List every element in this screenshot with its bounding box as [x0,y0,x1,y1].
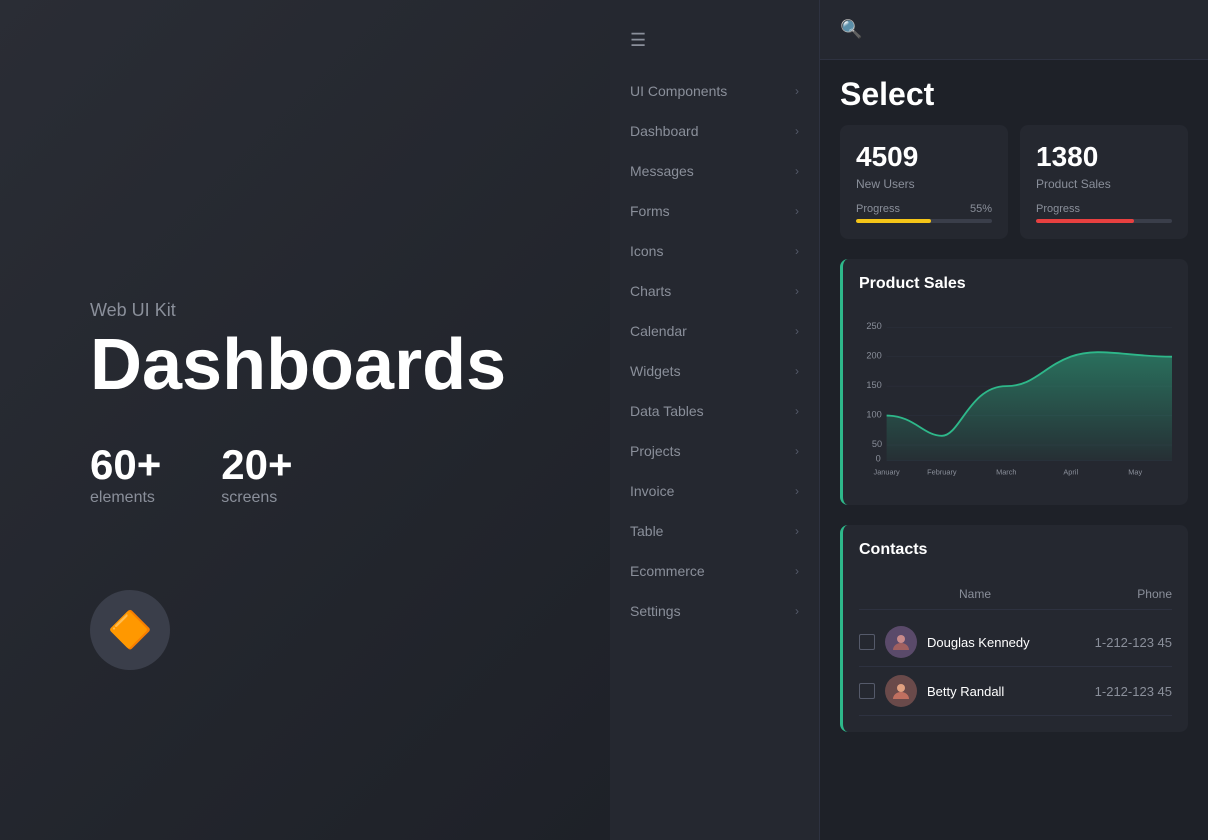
contact-phone-1: 1-212-123 45 [1095,635,1172,650]
search-icon[interactable]: 🔍 [840,19,862,40]
arrow-icon: › [795,484,799,498]
table-row: Betty Randall 1-212-123 45 [859,667,1172,716]
arrow-icon: › [795,524,799,538]
hero-section: Web UI Kit Dashboards 60+ elements 20+ s… [90,300,506,507]
arrow-icon: › [795,404,799,418]
hero-subtitle: Web UI Kit [90,300,506,321]
contacts-header: Contacts [859,541,1172,575]
stat-elements-number: 60+ [90,441,161,489]
arrow-icon: › [795,364,799,378]
svg-text:May: May [1128,467,1142,476]
sidebar-item-table[interactable]: Table › [610,511,819,551]
arrow-icon: › [795,284,799,298]
contacts-card: Contacts Name Phone [840,525,1188,732]
topbar: 🔍 [820,0,1208,60]
stats-row: 4509 New Users Progress 55% 1380 Product… [820,125,1208,239]
stat-number-users: 4509 [856,141,992,173]
svg-text:150: 150 [866,380,881,390]
contacts-title: Contacts [859,541,927,559]
product-sales-card: Product Sales 250 200 150 100 50 0 [840,259,1188,505]
progress-fill-sales [1036,219,1134,223]
chart-svg: 250 200 150 100 50 0 [859,309,1172,489]
sidebar-header: ☰ [610,20,819,71]
hero-stat-elements: 60+ elements [90,441,161,507]
sidebar-item-settings[interactable]: Settings › [610,591,819,631]
arrow-icon: › [795,204,799,218]
stat-elements-label: elements [90,489,161,507]
progress-bar-users [856,219,992,223]
hero-stat-screens: 20+ screens [221,441,292,507]
arrow-icon: › [795,564,799,578]
svg-text:200: 200 [866,350,881,360]
page-title: Select [840,76,1188,113]
sidebar-nav: UI Components › Dashboard › Messages › F… [610,71,819,631]
page-title-area: Select [820,60,1208,125]
stat-label-users: New Users [856,177,992,191]
progress-text-users: Progress [856,203,900,215]
sidebar-item-invoice[interactable]: Invoice › [610,471,819,511]
arrow-icon: › [795,444,799,458]
arrow-icon: › [795,244,799,258]
svg-text:February: February [927,467,957,476]
progress-fill-users [856,219,931,223]
stat-screens-number: 20+ [221,441,292,489]
sidebar-item-ui-components[interactable]: UI Components › [610,71,819,111]
sidebar-item-icons[interactable]: Icons › [610,231,819,271]
stat-number-sales: 1380 [1036,141,1172,173]
sidebar-item-calendar[interactable]: Calendar › [610,311,819,351]
svg-text:250: 250 [866,321,881,331]
hero-title: Dashboards [90,329,506,401]
contacts-table: Name Phone Douglas Kennedy [859,587,1172,716]
sidebar-item-ecommerce[interactable]: Ecommerce › [610,551,819,591]
stat-screens-label: screens [221,489,292,507]
sidebar-item-data-tables[interactable]: Data Tables › [610,391,819,431]
svg-text:0: 0 [876,454,881,464]
stat-card-sales: 1380 Product Sales Progress [1020,125,1188,239]
sidebar: ☰ UI Components › Dashboard › Messages ›… [610,0,820,840]
contact-phone-2: 1-212-123 45 [1095,684,1172,699]
stat-label-sales: Product Sales [1036,177,1172,191]
svg-text:March: March [996,467,1016,476]
sidebar-item-messages[interactable]: Messages › [610,151,819,191]
hamburger-icon[interactable]: ☰ [630,30,646,51]
svg-text:100: 100 [866,409,881,419]
sidebar-item-forms[interactable]: Forms › [610,191,819,231]
avatar-2 [885,675,917,707]
stat-card-users: 4509 New Users Progress 55% [840,125,1008,239]
sidebar-item-charts[interactable]: Charts › [610,271,819,311]
contact-name-2: Betty Randall [927,684,1095,699]
table-header: Name Phone [859,587,1172,610]
arrow-icon: › [795,604,799,618]
sketch-icon: 🔶 [90,590,170,670]
contact-checkbox-2[interactable] [859,683,875,699]
main-content: 🔍 Select 4509 New Users Progress 55% 138… [820,0,1208,840]
chart-section: Product Sales 250 200 150 100 50 0 [820,259,1208,505]
chart-title: Product Sales [859,275,1172,293]
contact-name-1: Douglas Kennedy [927,635,1095,650]
svg-text:January: January [874,467,901,476]
sidebar-item-dashboard[interactable]: Dashboard › [610,111,819,151]
avatar-1 [885,626,917,658]
contacts-section: Contacts Name Phone [820,525,1208,732]
sidebar-item-widgets[interactable]: Widgets › [610,351,819,391]
svg-text:50: 50 [872,439,882,449]
sidebar-item-projects[interactable]: Projects › [610,431,819,471]
svg-text:April: April [1063,467,1078,476]
col-header-name: Name [959,587,991,601]
arrow-icon: › [795,124,799,138]
progress-bar-sales [1036,219,1172,223]
hero-stats: 60+ elements 20+ screens [90,441,506,507]
chart-area: 250 200 150 100 50 0 [859,309,1172,489]
contact-checkbox-1[interactable] [859,634,875,650]
arrow-icon: › [795,164,799,178]
arrow-icon: › [795,324,799,338]
arrow-icon: › [795,84,799,98]
table-row: Douglas Kennedy 1-212-123 45 [859,618,1172,667]
progress-text-sales: Progress [1036,203,1080,215]
right-panel: ☰ UI Components › Dashboard › Messages ›… [610,0,1208,840]
col-header-phone: Phone [1137,587,1172,601]
progress-pct-users: 55% [970,203,992,215]
